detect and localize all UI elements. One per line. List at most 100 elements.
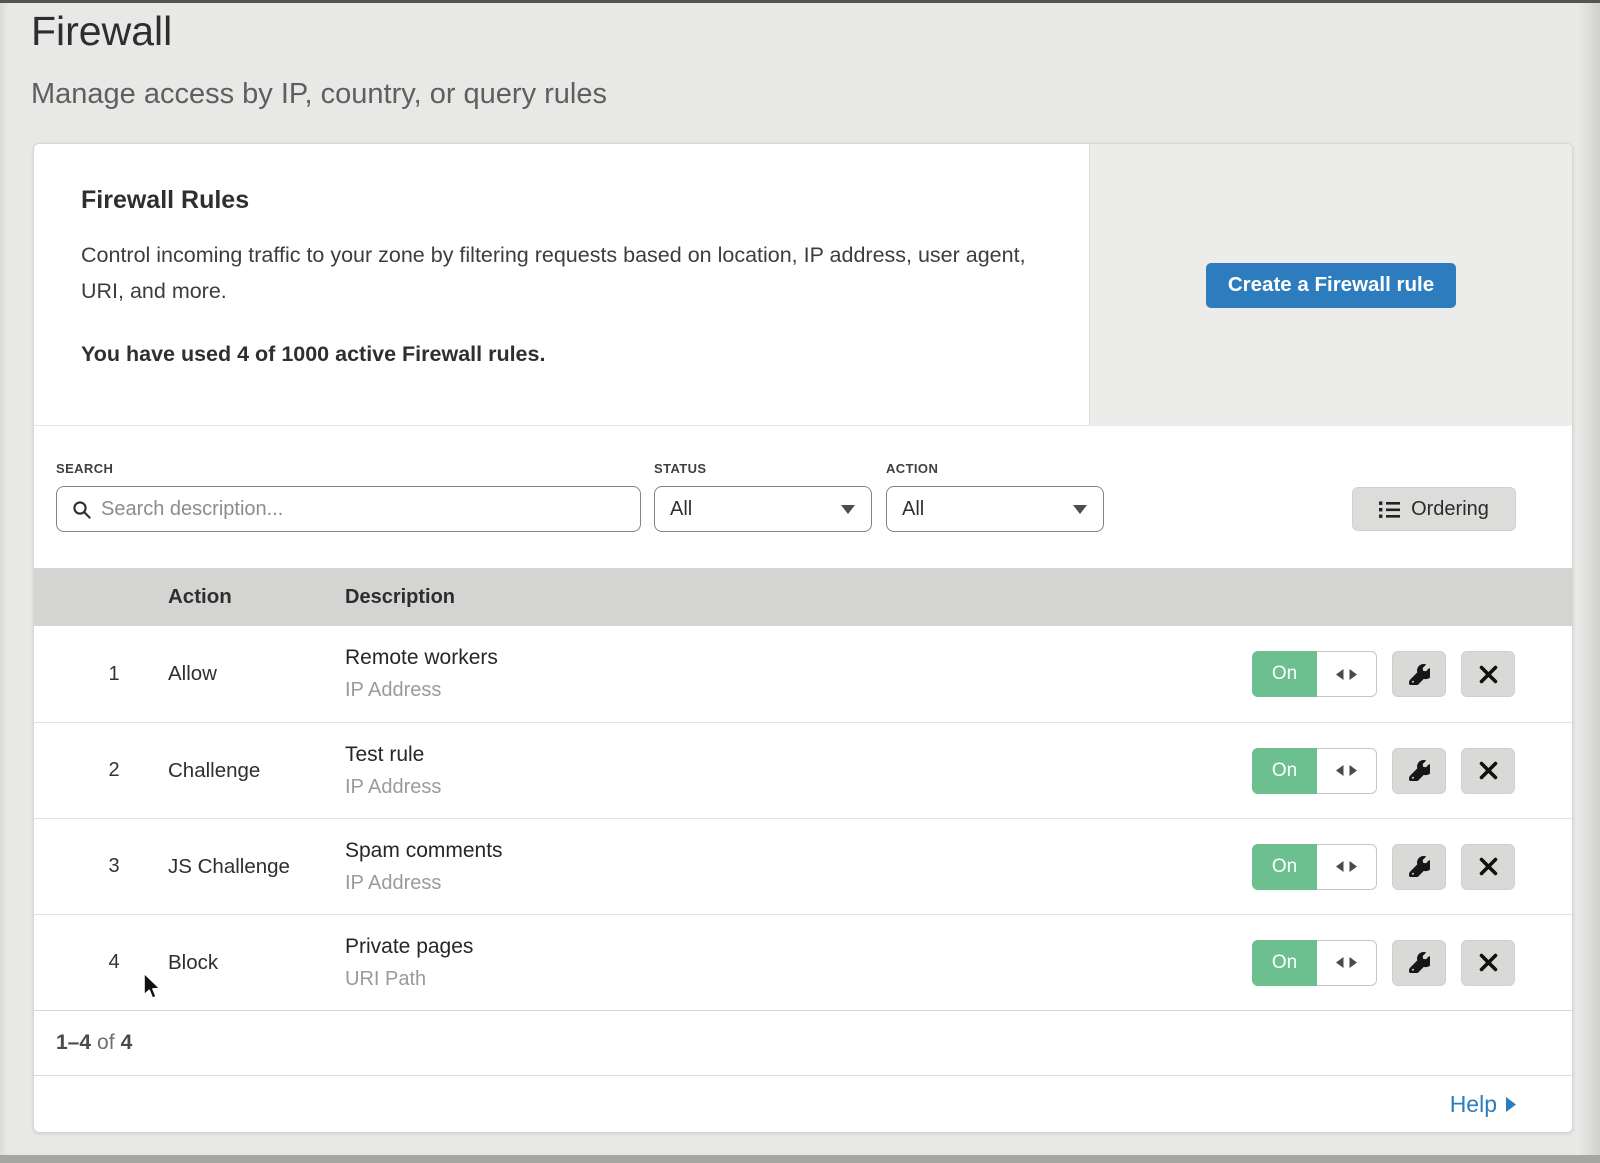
table-row: 1 Allow Remote workers IP Address On xyxy=(34,626,1572,722)
rule-action: Allow xyxy=(168,662,345,686)
table-row: 3 JS Challenge Spam comments IP Address … xyxy=(34,818,1572,914)
rule-description: Test rule xyxy=(345,743,1084,767)
wrench-icon xyxy=(1409,856,1430,877)
rule-description-cell: Remote workers IP Address xyxy=(345,646,1084,702)
ordering-button[interactable]: Ordering xyxy=(1352,487,1516,531)
chevron-down-icon xyxy=(1073,505,1087,514)
close-icon xyxy=(1479,665,1498,684)
usage-text: You have used 4 of 1000 active Firewall … xyxy=(81,342,1090,367)
delete-rule-button[interactable] xyxy=(1461,844,1515,890)
rule-match-field: IP Address xyxy=(345,776,1084,799)
pagination: 1–4 of 4 xyxy=(34,1010,1572,1075)
column-header-action: Action xyxy=(168,585,345,609)
rule-description: Spam comments xyxy=(345,839,1084,863)
pagination-total: 4 xyxy=(121,1031,133,1055)
toggle-on-segment[interactable]: On xyxy=(1252,940,1317,986)
toggle-arrows-segment[interactable] xyxy=(1317,748,1377,794)
rule-controls: On xyxy=(1084,844,1572,890)
action-select[interactable]: All xyxy=(886,486,1104,532)
toggle-arrows-segment[interactable] xyxy=(1317,940,1377,986)
filters-bar: SEARCH STATUS All ACTION All xyxy=(34,426,1572,568)
rule-match-field: IP Address xyxy=(345,679,1084,702)
wrench-icon xyxy=(1409,952,1430,973)
status-select[interactable]: All xyxy=(654,486,872,532)
rule-action: JS Challenge xyxy=(168,855,345,879)
rule-controls: On xyxy=(1084,651,1572,697)
delete-rule-button[interactable] xyxy=(1461,748,1515,794)
rule-description-cell: Private pages URI Path xyxy=(345,935,1084,991)
page-title: Firewall xyxy=(31,8,172,55)
close-icon xyxy=(1479,953,1498,972)
rule-enabled-toggle[interactable]: On xyxy=(1252,651,1377,697)
search-filter-group: SEARCH xyxy=(56,461,641,532)
page-subtitle: Manage access by IP, country, or query r… xyxy=(31,78,607,111)
rule-controls: On xyxy=(1084,748,1572,794)
window-bottom-edge xyxy=(0,1155,1600,1163)
edit-rule-button[interactable] xyxy=(1392,940,1446,986)
edit-rule-button[interactable] xyxy=(1392,651,1446,697)
rule-controls: On xyxy=(1084,940,1572,986)
rules-table-body: 1 Allow Remote workers IP Address On xyxy=(34,626,1572,1010)
card-header-text: Firewall Rules Control incoming traffic … xyxy=(34,144,1090,367)
rule-enabled-toggle[interactable]: On xyxy=(1252,844,1377,890)
left-right-arrows-icon xyxy=(1335,764,1358,777)
rule-enabled-toggle[interactable]: On xyxy=(1252,940,1377,986)
firewall-rules-card: Firewall Rules Control incoming traffic … xyxy=(33,143,1573,1133)
ordering-button-label: Ordering xyxy=(1411,498,1489,521)
help-link[interactable]: Help xyxy=(1450,1091,1516,1118)
column-header-description: Description xyxy=(345,586,1084,609)
search-input[interactable] xyxy=(56,486,641,532)
window-left-edge xyxy=(0,0,8,1163)
card-heading: Firewall Rules xyxy=(81,186,1090,215)
card-header: Firewall Rules Control incoming traffic … xyxy=(34,144,1572,426)
rule-description: Private pages xyxy=(345,935,1084,959)
rule-priority: 3 xyxy=(34,855,168,878)
rule-description: Remote workers xyxy=(345,646,1084,670)
edit-rule-button[interactable] xyxy=(1392,844,1446,890)
rule-action: Block xyxy=(168,951,345,975)
rule-match-field: IP Address xyxy=(345,872,1084,895)
table-header: Action Description xyxy=(34,568,1572,626)
search-label: SEARCH xyxy=(56,461,641,476)
pagination-range: 1–4 xyxy=(56,1031,91,1055)
create-firewall-rule-button[interactable]: Create a Firewall rule xyxy=(1206,263,1456,308)
rule-enabled-toggle[interactable]: On xyxy=(1252,748,1377,794)
rule-priority: 1 xyxy=(34,663,168,686)
rule-priority: 2 xyxy=(34,759,168,782)
create-rule-panel: Create a Firewall rule xyxy=(1089,144,1572,426)
rule-action: Challenge xyxy=(168,759,345,783)
toggle-on-segment[interactable]: On xyxy=(1252,748,1317,794)
rule-match-field: URI Path xyxy=(345,968,1084,991)
list-icon xyxy=(1379,500,1400,519)
left-right-arrows-icon xyxy=(1335,860,1358,873)
delete-rule-button[interactable] xyxy=(1461,651,1515,697)
help-link-label: Help xyxy=(1450,1091,1497,1118)
close-icon xyxy=(1479,857,1498,876)
action-filter-group: ACTION All xyxy=(886,461,1104,532)
left-right-arrows-icon xyxy=(1335,956,1358,969)
search-box xyxy=(56,486,641,532)
rule-description-cell: Test rule IP Address xyxy=(345,743,1084,799)
help-row: Help xyxy=(34,1075,1572,1133)
toggle-on-segment[interactable]: On xyxy=(1252,844,1317,890)
status-filter-group: STATUS All xyxy=(654,461,872,532)
toggle-on-segment[interactable]: On xyxy=(1252,651,1317,697)
close-icon xyxy=(1479,761,1498,780)
toggle-arrows-segment[interactable] xyxy=(1317,844,1377,890)
chevron-right-icon xyxy=(1506,1097,1516,1112)
rule-priority: 4 xyxy=(34,951,168,974)
edit-rule-button[interactable] xyxy=(1392,748,1446,794)
chevron-down-icon xyxy=(841,505,855,514)
toggle-arrows-segment[interactable] xyxy=(1317,651,1377,697)
rule-description-cell: Spam comments IP Address xyxy=(345,839,1084,895)
left-right-arrows-icon xyxy=(1335,668,1358,681)
wrench-icon xyxy=(1409,664,1430,685)
table-row: 4 Block Private pages URI Path On xyxy=(34,914,1572,1010)
action-select-value: All xyxy=(902,498,924,521)
action-label: ACTION xyxy=(886,461,1104,476)
card-description: Control incoming traffic to your zone by… xyxy=(81,237,1031,309)
window-top-edge xyxy=(0,0,1600,3)
pagination-of: of xyxy=(97,1031,115,1055)
delete-rule-button[interactable] xyxy=(1461,940,1515,986)
status-label: STATUS xyxy=(654,461,872,476)
